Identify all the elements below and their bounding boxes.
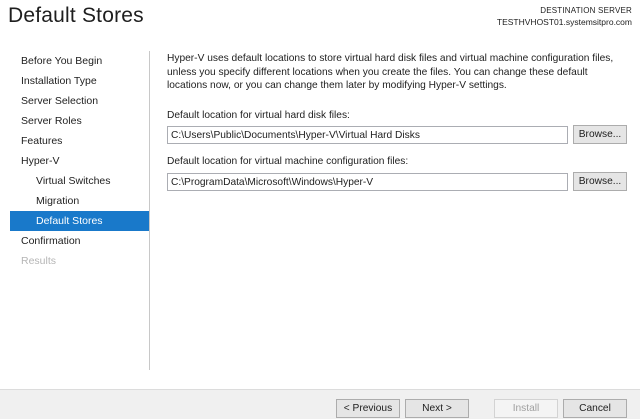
description-text: Hyper-V uses default locations to store … <box>167 53 614 92</box>
previous-button[interactable]: < Previous <box>336 399 400 418</box>
nav-item-installation-type[interactable]: Installation Type <box>10 71 149 91</box>
wizard-footer: < Previous Next > Install Cancel <box>0 389 640 419</box>
destination-server-name: TESTHVHOST01.systemsitpro.com <box>496 17 632 27</box>
vhd-location-input[interactable] <box>167 126 568 144</box>
nav-item-virtual-switches[interactable]: Virtual Switches <box>10 171 149 191</box>
nav-item-before-you-begin[interactable]: Before You Begin <box>10 51 149 71</box>
page-title: Default Stores <box>8 4 144 27</box>
install-button: Install <box>494 399 558 418</box>
vm-config-location-label: Default location for virtual machine con… <box>167 156 409 167</box>
vm-config-location-input[interactable] <box>167 173 568 191</box>
nav-item-confirmation[interactable]: Confirmation <box>10 231 149 251</box>
wizard-nav: Before You Begin Installation Type Serve… <box>10 51 149 271</box>
vhd-browse-button[interactable]: Browse... <box>573 125 627 144</box>
nav-item-server-roles[interactable]: Server Roles <box>10 111 149 131</box>
nav-item-results: Results <box>21 255 57 267</box>
destination-server-label: DESTINATION SERVER <box>540 6 632 15</box>
vm-config-browse-button[interactable]: Browse... <box>573 172 627 191</box>
cancel-button[interactable]: Cancel <box>563 399 627 418</box>
sidebar-divider <box>149 51 150 370</box>
nav-item-server-selection[interactable]: Server Selection <box>10 91 149 111</box>
main-content: Hyper-V uses default locations to store … <box>167 52 629 93</box>
nav-item-features[interactable]: Features <box>10 131 149 151</box>
nav-item-default-stores[interactable]: Default Stores <box>10 211 149 231</box>
nav-item-hyper-v[interactable]: Hyper-V <box>10 151 149 171</box>
next-button[interactable]: Next > <box>405 399 469 418</box>
vhd-location-label: Default location for virtual hard disk f… <box>167 110 350 121</box>
nav-item-migration[interactable]: Migration <box>10 191 149 211</box>
